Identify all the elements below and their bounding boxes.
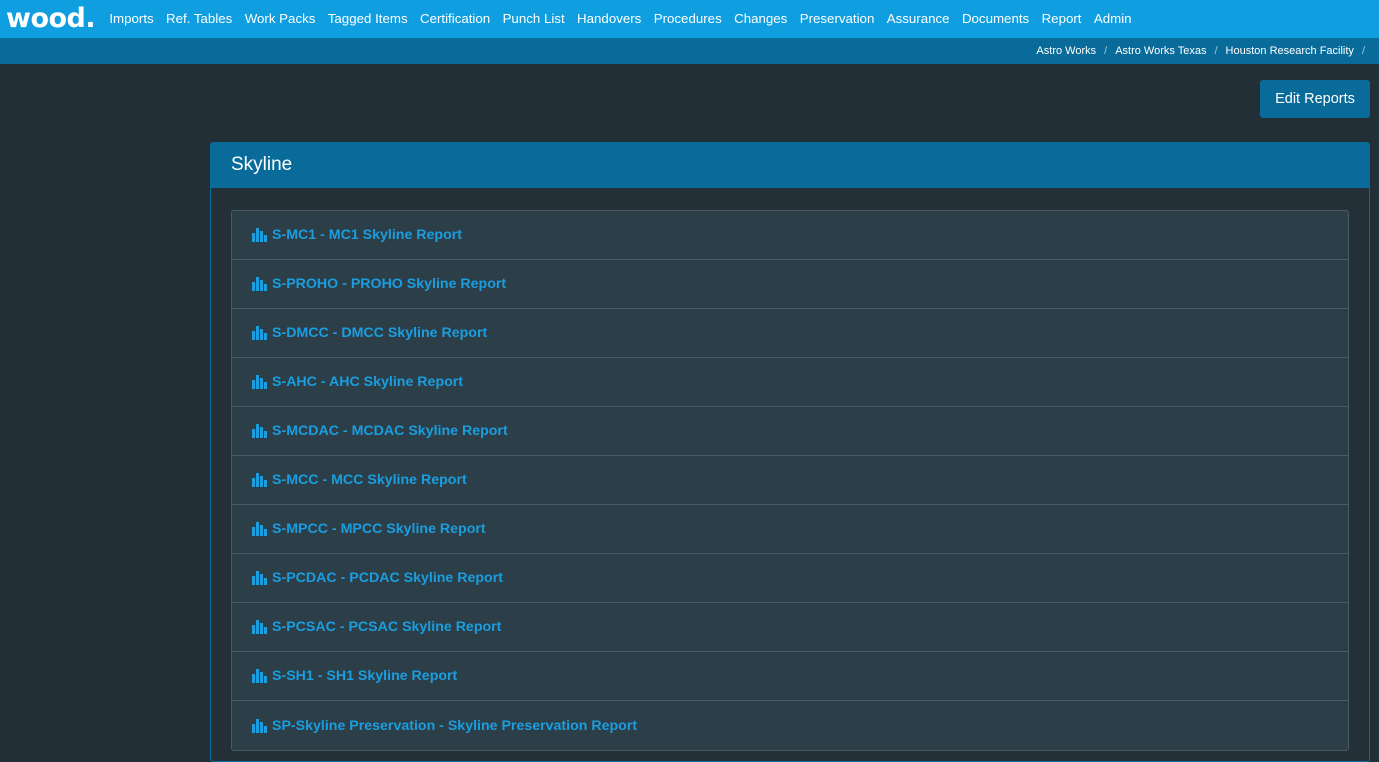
breadcrumb-separator: / <box>1104 45 1108 57</box>
bar-chart-icon <box>252 375 267 389</box>
report-link[interactable]: S-MCC - MCC Skyline Report <box>272 472 467 488</box>
nav-item-certification[interactable]: Certification <box>414 0 497 38</box>
report-link[interactable]: S-DMCC - DMCC Skyline Report <box>272 325 487 341</box>
bar-chart-icon <box>252 571 267 585</box>
nav-item-documents[interactable]: Documents <box>956 0 1036 38</box>
nav-item-imports[interactable]: Imports <box>103 0 160 38</box>
report-link[interactable]: S-SH1 - SH1 Skyline Report <box>272 668 457 684</box>
bar-chart-icon <box>252 424 267 438</box>
report-item-s-mcc[interactable]: S-MCC - MCC Skyline Report <box>232 456 1348 505</box>
breadcrumb-separator: / <box>1361 45 1365 57</box>
bar-chart-icon <box>252 669 267 683</box>
report-link[interactable]: SP-Skyline Preservation - Skyline Preser… <box>272 718 637 734</box>
bar-chart-icon <box>252 473 267 487</box>
breadcrumb-item-facility[interactable]: Houston Research Facility <box>1226 45 1354 57</box>
report-link[interactable]: S-PROHO - PROHO Skyline Report <box>272 276 506 292</box>
report-item-s-ahc[interactable]: S-AHC - AHC Skyline Report <box>232 358 1348 407</box>
report-link[interactable]: S-MCDAC - MCDAC Skyline Report <box>272 423 508 439</box>
nav-item-ref-tables[interactable]: Ref. Tables <box>160 0 239 38</box>
report-link[interactable]: S-AHC - AHC Skyline Report <box>272 374 463 390</box>
report-item-s-mcdac[interactable]: S-MCDAC - MCDAC Skyline Report <box>232 407 1348 456</box>
breadcrumb-separator: / <box>1214 45 1218 57</box>
report-link[interactable]: S-PCDAC - PCDAC Skyline Report <box>272 570 503 586</box>
nav-item-admin[interactable]: Admin <box>1088 0 1138 38</box>
report-item-s-pcsac[interactable]: S-PCSAC - PCSAC Skyline Report <box>232 603 1348 652</box>
report-item-s-pcdac[interactable]: S-PCDAC - PCDAC Skyline Report <box>232 554 1348 603</box>
bar-chart-icon <box>252 620 267 634</box>
nav-item-changes[interactable]: Changes <box>728 0 794 38</box>
breadcrumb: Astro Works / Astro Works Texas / Housto… <box>0 38 1379 64</box>
breadcrumb-item-region[interactable]: Astro Works Texas <box>1115 45 1206 57</box>
bar-chart-icon <box>252 522 267 536</box>
report-item-s-dmcc[interactable]: S-DMCC - DMCC Skyline Report <box>232 309 1348 358</box>
report-link[interactable]: S-PCSAC - PCSAC Skyline Report <box>272 619 501 635</box>
edit-reports-button[interactable]: Edit Reports <box>1260 80 1370 118</box>
breadcrumb-item-company[interactable]: Astro Works <box>1036 45 1096 57</box>
panel-title: Skyline <box>211 143 1369 188</box>
report-list: S-MC1 - MC1 Skyline Report S-PROHO - PRO… <box>231 210 1349 751</box>
nav-item-assurance[interactable]: Assurance <box>881 0 956 38</box>
nav-item-handovers[interactable]: Handovers <box>571 0 648 38</box>
report-item-s-mc1[interactable]: S-MC1 - MC1 Skyline Report <box>232 211 1348 260</box>
nav-item-report[interactable]: Report <box>1035 0 1087 38</box>
nav-item-tagged-items[interactable]: Tagged Items <box>322 0 414 38</box>
nav-item-work-packs[interactable]: Work Packs <box>239 0 322 38</box>
bar-chart-icon <box>252 326 267 340</box>
report-item-s-mpcc[interactable]: S-MPCC - MPCC Skyline Report <box>232 505 1348 554</box>
wood-logo[interactable]: wood. <box>0 0 103 38</box>
nav-item-procedures[interactable]: Procedures <box>648 0 728 38</box>
bar-chart-icon <box>252 228 267 242</box>
nav-item-preservation[interactable]: Preservation <box>794 0 881 38</box>
top-navbar: wood. Imports Ref. Tables Work Packs Tag… <box>0 0 1379 38</box>
report-link[interactable]: S-MPCC - MPCC Skyline Report <box>272 521 486 537</box>
report-item-s-sh1[interactable]: S-SH1 - SH1 Skyline Report <box>232 652 1348 701</box>
skyline-panel: Skyline S-MC1 - MC1 Skyline Report S-PRO… <box>210 142 1370 762</box>
main-menu: Imports Ref. Tables Work Packs Tagged It… <box>103 0 1138 38</box>
bar-chart-icon <box>252 277 267 291</box>
nav-item-punch-list[interactable]: Punch List <box>496 0 570 38</box>
bar-chart-icon <box>252 718 267 733</box>
report-item-s-proho[interactable]: S-PROHO - PROHO Skyline Report <box>232 260 1348 309</box>
report-item-sp-skyline-preservation[interactable]: SP-Skyline Preservation - Skyline Preser… <box>232 701 1348 750</box>
report-link[interactable]: S-MC1 - MC1 Skyline Report <box>272 227 462 243</box>
